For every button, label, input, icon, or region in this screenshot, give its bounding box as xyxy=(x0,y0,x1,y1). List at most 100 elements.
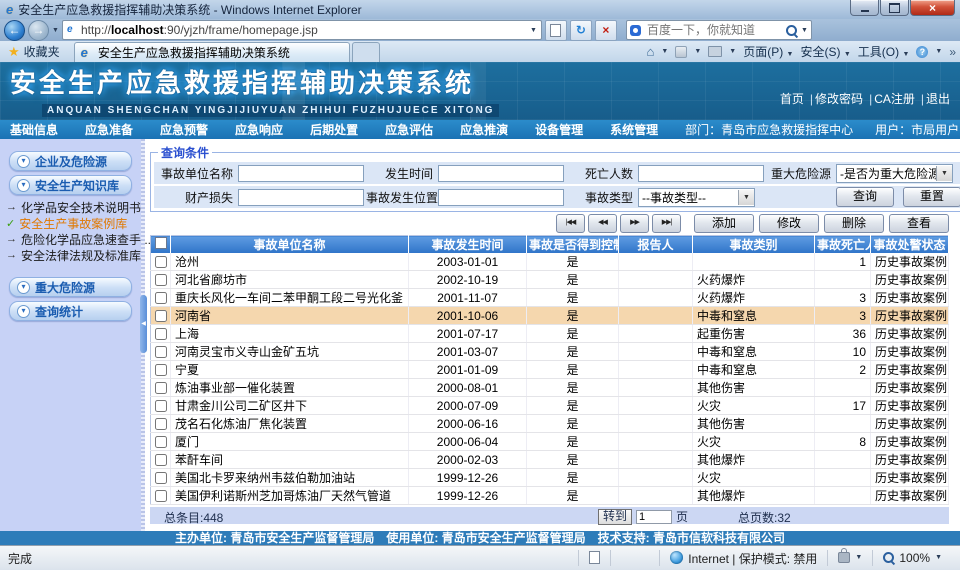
delete-button[interactable]: 删除 xyxy=(824,214,884,233)
row-checkbox[interactable] xyxy=(155,346,167,358)
search-box[interactable]: ▼ xyxy=(626,20,812,40)
row-checkbox[interactable] xyxy=(155,472,167,484)
modify-button[interactable]: 修改 xyxy=(759,214,819,233)
row-checkbox[interactable] xyxy=(155,436,167,448)
page-menu[interactable]: 页面(P) ▼ xyxy=(743,43,793,60)
protected-mode-dropdown-icon[interactable]: ▼ xyxy=(855,554,862,561)
accident-type-select[interactable]: --事故类型--▼ xyxy=(638,188,755,207)
browser-tab[interactable]: e 安全生产应急救援指挥辅助决策系统 xyxy=(74,42,350,62)
help-dropdown-icon[interactable]: ▼ xyxy=(935,48,942,55)
app-menu-item[interactable]: 应急准备 xyxy=(85,121,133,138)
zoom-icon[interactable] xyxy=(883,552,894,563)
back-button[interactable]: ← xyxy=(4,20,25,41)
row-checkbox[interactable] xyxy=(155,454,167,466)
protected-mode-icon[interactable] xyxy=(838,552,850,563)
view-button[interactable]: 查看 xyxy=(889,214,949,233)
table-row[interactable]: 河南灵宝市义寺山金矿五坑2001-03-07是中毒和窒息10历史事故案例 xyxy=(151,343,949,361)
property-loss-input[interactable] xyxy=(238,189,364,206)
table-row[interactable]: 河北省廊坊市2002-10-19是火药爆炸历史事故案例 xyxy=(151,271,949,289)
row-checkbox[interactable] xyxy=(155,400,167,412)
row-checkbox[interactable] xyxy=(155,256,167,268)
row-checkbox[interactable] xyxy=(155,310,167,322)
compatibility-view-button[interactable] xyxy=(545,20,567,41)
sidebar-section-button[interactable]: ▾安全生产知识库 xyxy=(9,175,132,195)
table-row[interactable]: 厦门2000-06-04是火灾8历史事故案例 xyxy=(151,433,949,451)
sidebar-link[interactable]: ✓安全生产事故案例库 xyxy=(6,215,139,231)
tools-menu[interactable]: 工具(O) ▼ xyxy=(858,43,910,60)
select-all-checkbox[interactable] xyxy=(151,236,171,254)
rss-dropdown-icon[interactable]: ▼ xyxy=(694,48,701,55)
app-menu-item[interactable]: 后期处置 xyxy=(310,121,358,138)
search-button[interactable]: 查询 xyxy=(836,187,894,207)
table-row[interactable]: 美国伊利诺斯州芝加哥炼油厂天然气管道1999-12-26是其他爆炸历史事故案例 xyxy=(151,487,949,505)
search-input[interactable] xyxy=(645,22,782,38)
add-button[interactable]: 添加 xyxy=(694,214,754,233)
app-menu-item[interactable]: 系统管理 xyxy=(610,121,658,138)
table-row[interactable]: 沧州2003-01-01是1历史事故案例 xyxy=(151,253,949,271)
search-dropdown-icon[interactable]: ▼ xyxy=(801,27,808,34)
maximize-button[interactable] xyxy=(880,0,909,16)
prev-page-button[interactable]: ◀◀ xyxy=(588,214,617,233)
next-page-button[interactable]: ▶▶ xyxy=(620,214,649,233)
rss-icon[interactable] xyxy=(675,46,687,58)
location-input[interactable] xyxy=(438,189,564,206)
home-icon[interactable]: ⌂ xyxy=(647,44,655,59)
sidebar-collapse-handle[interactable]: ◀ xyxy=(140,295,147,353)
table-row[interactable]: 重庆长风化一车间二苯甲酮工段二号光化釜2001-11-07是火药爆炸3历史事故案… xyxy=(151,289,949,307)
major-hazard-select[interactable]: -是否为重大危险源-▼ xyxy=(836,164,953,183)
table-row[interactable]: 苯酐车间2000-02-03是其他爆炸历史事故案例 xyxy=(151,451,949,469)
row-checkbox[interactable] xyxy=(155,364,167,376)
table-row[interactable]: 甘肃金川公司二矿区井下2000-07-09是火灾17历史事故案例 xyxy=(151,397,949,415)
table-row[interactable]: 炼油事业部一催化装置2000-08-01是其他伤害历史事故案例 xyxy=(151,379,949,397)
favorites-button[interactable]: ★ 收藏夹 xyxy=(4,43,68,62)
close-button[interactable]: × xyxy=(910,0,955,16)
reset-button[interactable]: 重置 xyxy=(903,187,960,207)
page-number-input[interactable] xyxy=(636,510,672,524)
forward-button[interactable]: → xyxy=(28,20,49,41)
banner-link[interactable]: 退出 xyxy=(926,92,950,106)
print-icon[interactable] xyxy=(708,46,722,57)
occur-time-input[interactable] xyxy=(438,165,564,182)
table-row[interactable]: 美国北卡罗来纳州韦兹伯勒加油站1999-12-26是火灾历史事故案例 xyxy=(151,469,949,487)
app-menu-item[interactable]: 基础信息 xyxy=(10,121,58,138)
refresh-button[interactable]: ↻ xyxy=(570,20,592,41)
table-row[interactable]: 宁夏2001-01-09是中毒和窒息2历史事故案例 xyxy=(151,361,949,379)
search-icon[interactable] xyxy=(786,25,797,36)
banner-link[interactable]: CA注册 xyxy=(874,92,915,106)
first-page-button[interactable]: |◀◀ xyxy=(556,214,585,233)
last-page-button[interactable]: ▶▶| xyxy=(652,214,681,233)
goto-page-button[interactable]: 转到 xyxy=(598,509,632,525)
zoom-dropdown-icon[interactable]: ▼ xyxy=(935,554,942,561)
row-checkbox[interactable] xyxy=(155,418,167,430)
minimize-button[interactable] xyxy=(850,0,879,16)
sidebar-link[interactable]: →危险化学品应急速查手... xyxy=(6,231,139,247)
stop-button[interactable]: × xyxy=(595,20,617,41)
row-checkbox[interactable] xyxy=(155,292,167,304)
deaths-input[interactable] xyxy=(638,165,764,182)
safety-menu[interactable]: 安全(S) ▼ xyxy=(800,43,850,60)
app-menu-item[interactable]: 应急预警 xyxy=(160,121,208,138)
row-checkbox[interactable] xyxy=(155,274,167,286)
row-checkbox[interactable] xyxy=(155,328,167,340)
table-row[interactable]: 河南省2001-10-06是中毒和窒息3历史事故案例 xyxy=(151,307,949,325)
app-menu-item[interactable]: 应急评估 xyxy=(385,121,433,138)
new-tab-stub[interactable] xyxy=(352,42,380,62)
sidebar-section-button[interactable]: ▾查询统计 xyxy=(9,301,132,321)
table-row[interactable]: 上海2001-07-17是起重伤害36历史事故案例 xyxy=(151,325,949,343)
history-dropdown-icon[interactable]: ▼ xyxy=(52,27,59,34)
row-checkbox[interactable] xyxy=(155,382,167,394)
table-row[interactable]: 茂名石化炼油厂焦化装置2000-06-16是其他伤害历史事故案例 xyxy=(151,415,949,433)
url-field[interactable]: e http://localhost:90/yjzh/frame/homepag… xyxy=(62,20,542,40)
row-checkbox[interactable] xyxy=(155,490,167,502)
app-menu-item[interactable]: 应急推演 xyxy=(460,121,508,138)
unit-name-input[interactable] xyxy=(238,165,364,182)
sidebar-link[interactable]: →化学品安全技术说明书 xyxy=(6,199,139,215)
print-dropdown-icon[interactable]: ▼ xyxy=(729,48,736,55)
sidebar-link[interactable]: →安全法律法规及标准库 xyxy=(6,247,139,263)
sidebar-section-button[interactable]: ▾重大危险源 xyxy=(9,277,132,297)
app-menu-item[interactable]: 设备管理 xyxy=(535,121,583,138)
sidebar-section-button[interactable]: ▾企业及危险源 xyxy=(9,151,132,171)
overflow-chevron-icon[interactable]: » xyxy=(949,45,956,59)
home-dropdown-icon[interactable]: ▼ xyxy=(661,48,668,55)
banner-link[interactable]: 首页 xyxy=(780,92,804,106)
